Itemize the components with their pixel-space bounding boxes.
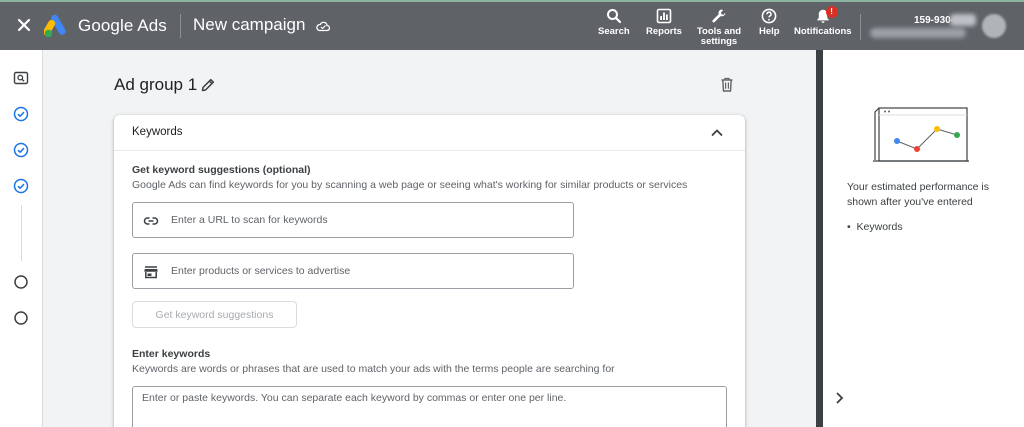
step-connector — [21, 205, 22, 261]
notification-badge: ! — [825, 6, 838, 18]
top-app-bar: Google Ads New campaign Search Reports T… — [0, 0, 1024, 50]
nav-tools-and-settings[interactable]: Tools and settings — [696, 8, 742, 47]
nav-notifications-label: Notifications — [794, 26, 852, 37]
keywords-card-title: Keywords — [132, 126, 183, 138]
check-circle-icon[interactable] — [13, 142, 29, 158]
account-number[interactable]: 159-930- — [914, 15, 954, 26]
enter-keywords-heading: Enter keywords — [132, 348, 211, 360]
account-number-redacted — [950, 14, 976, 26]
keywords-card-header[interactable]: Keywords — [114, 115, 745, 151]
step-rail — [0, 50, 43, 427]
nav-tools-label: Tools and settings — [696, 26, 742, 47]
nav-help-label: Help — [759, 26, 780, 37]
nav-notifications[interactable]: ! Notifications — [794, 6, 852, 37]
empty-circle-icon[interactable] — [13, 310, 29, 326]
campaign-title: New campaign — [193, 15, 306, 34]
nav-reports-label: Reports — [646, 26, 682, 37]
pencil-icon[interactable] — [200, 77, 216, 93]
check-circle-icon[interactable] — [13, 178, 29, 194]
performance-panel: Your estimated performance is shown afte… — [823, 50, 1024, 427]
search-icon — [606, 9, 621, 24]
brand-name: Google Ads — [78, 16, 167, 35]
performance-bullet-keywords: • Keywords — [847, 221, 903, 233]
panel-divider[interactable] — [816, 50, 823, 427]
keywords-card: Keywords Get keyword suggestions (option… — [114, 115, 745, 427]
close-icon[interactable] — [14, 15, 34, 35]
url-input[interactable] — [171, 211, 561, 229]
ad-group-title: Ad group 1 — [114, 75, 198, 94]
avatar[interactable] — [982, 14, 1006, 38]
wrench-icon — [712, 9, 726, 23]
nav-search[interactable]: Search — [598, 8, 630, 37]
account-divider — [860, 14, 861, 40]
check-circle-icon[interactable] — [13, 106, 29, 122]
performance-message: Your estimated performance is shown afte… — [847, 181, 990, 208]
suggestions-heading: Get keyword suggestions (optional) — [132, 164, 311, 176]
products-field[interactable] — [132, 253, 574, 289]
get-keyword-suggestions-button[interactable]: Get keyword suggestions — [132, 301, 297, 328]
search-step-icon[interactable] — [13, 70, 29, 86]
link-icon — [143, 217, 159, 225]
chevron-right-icon[interactable] — [831, 390, 847, 406]
reports-icon — [656, 8, 672, 24]
nav-help[interactable]: Help — [759, 8, 780, 37]
chevron-up-icon[interactable] — [709, 125, 725, 141]
performance-chart-illustration — [873, 107, 969, 162]
main-content: Ad group 1 Keywords Get keyword suggesti… — [44, 50, 816, 427]
help-icon — [761, 8, 777, 24]
url-field[interactable] — [132, 202, 574, 238]
bullet-label: Keywords — [856, 221, 903, 233]
header-divider — [180, 14, 181, 38]
google-ads-logo[interactable] — [44, 14, 70, 38]
products-input[interactable] — [171, 262, 561, 280]
cloud-saved-icon — [316, 21, 330, 32]
empty-circle-icon[interactable] — [13, 274, 29, 290]
storefront-icon — [144, 266, 158, 279]
keywords-textarea[interactable] — [132, 386, 727, 427]
account-name-redacted — [870, 28, 966, 38]
enter-keywords-description: Keywords are words or phrases that are u… — [132, 363, 615, 375]
nav-search-label: Search — [598, 26, 630, 37]
nav-reports[interactable]: Reports — [646, 8, 682, 37]
trash-icon[interactable] — [719, 76, 735, 93]
suggestions-description: Google Ads can find keywords for you by … — [132, 179, 688, 191]
